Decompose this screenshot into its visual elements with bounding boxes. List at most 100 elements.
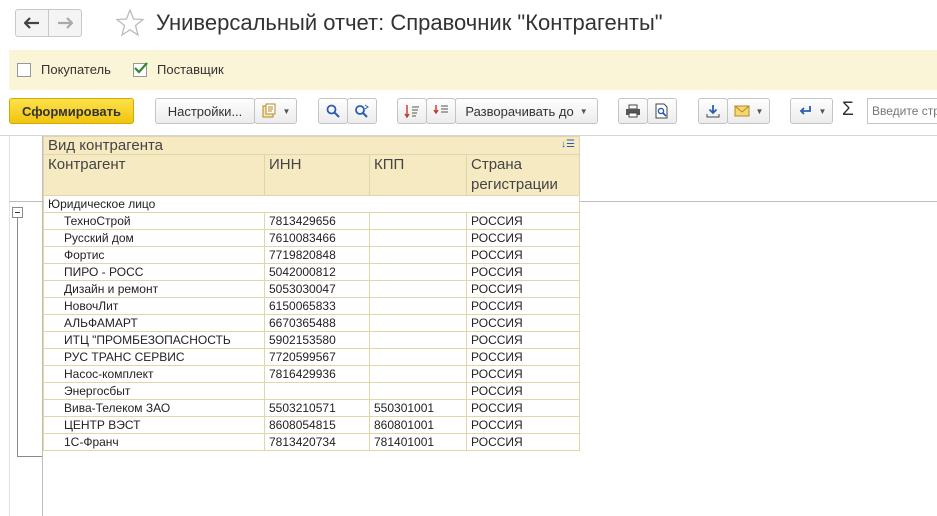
sort-icon[interactable]: ↓☰ [561,139,575,150]
cell-kpp[interactable] [369,229,467,247]
cell-kpp[interactable]: 860801001 [369,416,467,434]
table-row[interactable]: АЛЬФАМАРТ 6670365488 РОССИЯ [43,314,580,332]
table-row[interactable]: 1С-Франч 7813420734 781401001 РОССИЯ [43,433,580,451]
column-header-kpp[interactable]: КПП [369,154,467,196]
expand-to-dropdown[interactable]: Разворачивать до ▼ [455,98,598,124]
cell-country[interactable]: РОССИЯ [466,263,580,281]
search-input[interactable] [867,98,937,124]
cell-contragent[interactable]: Вива-Телеком ЗАО [43,399,265,417]
supplier-checkbox-label[interactable]: Поставщик [157,62,224,77]
back-button[interactable] [15,9,49,37]
cell-inn[interactable]: 8608054815 [264,416,370,434]
cell-kpp[interactable] [369,348,467,366]
table-row[interactable]: Русский дом 7610083466 РОССИЯ [43,229,580,247]
print-button[interactable] [618,98,648,124]
cell-contragent[interactable]: Насос-комплект [43,365,265,383]
cell-contragent[interactable]: Фортис [43,246,265,264]
settings-button[interactable]: Настройки... [155,98,255,124]
sum-icon[interactable]: Σ [842,99,854,121]
cell-kpp[interactable] [369,314,467,332]
cell-contragent[interactable]: Энергосбыт [43,382,265,400]
cell-country[interactable]: РОССИЯ [466,348,580,366]
cell-kpp[interactable] [369,263,467,281]
table-row[interactable]: Энергосбыт РОССИЯ [43,382,580,400]
cell-contragent[interactable]: Русский дом [43,229,265,247]
cell-inn[interactable] [264,382,370,400]
cell-country[interactable]: РОССИЯ [466,297,580,315]
cell-country[interactable]: РОССИЯ [466,433,580,451]
cell-inn[interactable]: 5503210571 [264,399,370,417]
column-header-contragent[interactable]: Контрагент [43,154,265,196]
table-row[interactable]: Дизайн и ремонт 5053030047 РОССИЯ [43,280,580,298]
cell-kpp[interactable] [369,382,467,400]
cell-country[interactable]: РОССИЯ [466,280,580,298]
cell-contragent[interactable]: ЦЕНТР ВЭСТ [43,416,265,434]
collapse-group-icon[interactable] [12,207,23,218]
cell-inn[interactable]: 7816429936 [264,365,370,383]
cell-inn[interactable]: 7719820848 [264,246,370,264]
variant-menu-button[interactable]: ▼ [254,98,297,124]
table-row[interactable]: Насос-комплект 7816429936 РОССИЯ [43,365,580,383]
table-row[interactable]: ИТЦ "ПРОМБЕЗОПАСНОСТЬ 5902153580 РОССИЯ [43,331,580,349]
table-row[interactable]: ТехноСтрой 7813429656 РОССИЯ [43,212,580,230]
table-row[interactable]: Вива-Телеком ЗАО 5503210571 550301001 РОССИ… [43,399,580,417]
cell-inn[interactable]: 6150065833 [264,297,370,315]
cell-country[interactable]: РОССИЯ [466,246,580,264]
sort-button[interactable] [397,98,427,124]
favorite-star-icon[interactable] [115,8,145,41]
cell-country[interactable]: РОССИЯ [466,331,580,349]
cell-contragent[interactable]: НовочЛит [43,297,265,315]
cell-country[interactable]: РОССИЯ [466,212,580,230]
cell-contragent[interactable]: ИТЦ "ПРОМБЕЗОПАСНОСТЬ [43,331,265,349]
cell-kpp[interactable] [369,297,467,315]
cell-inn[interactable]: 5053030047 [264,280,370,298]
cell-kpp[interactable] [369,212,467,230]
cell-inn[interactable]: 7813429656 [264,212,370,230]
cell-contragent[interactable]: РУС ТРАНС СЕРВИС [43,348,265,366]
sort-lines-icon [404,105,419,118]
cell-inn[interactable]: 5042000812 [264,263,370,281]
cell-country[interactable]: РОССИЯ [466,416,580,434]
group-name-cell[interactable]: Юридическое лицо [43,195,580,213]
cell-kpp[interactable] [369,246,467,264]
cell-country[interactable]: РОССИЯ [466,314,580,332]
supplier-checkbox[interactable] [133,62,148,77]
cell-contragent[interactable]: АЛЬФАМАРТ [43,314,265,332]
buyer-checkbox-label[interactable]: Покупатель [41,62,111,77]
cell-inn[interactable]: 5902153580 [264,331,370,349]
cell-country[interactable]: РОССИЯ [466,365,580,383]
column-header-country[interactable]: Страна регистрации [466,154,580,196]
cell-kpp[interactable] [369,280,467,298]
cell-kpp[interactable]: 550301001 [369,399,467,417]
cell-country[interactable]: РОССИЯ [466,382,580,400]
cell-contragent[interactable]: Дизайн и ремонт [43,280,265,298]
print-preview-button[interactable] [647,98,677,124]
save-button[interactable] [698,98,728,124]
generate-button[interactable]: Сформировать [9,98,134,124]
send-email-button[interactable]: ▼ [727,98,770,124]
cell-kpp[interactable] [369,331,467,349]
cell-inn[interactable]: 7610083466 [264,229,370,247]
cell-inn[interactable]: 6670365488 [264,314,370,332]
forward-button[interactable] [48,9,82,37]
table-row[interactable]: ЦЕНТР ВЭСТ 8608054815 860801001 РОССИЯ [43,416,580,434]
cell-kpp[interactable]: 781401001 [369,433,467,451]
cell-kpp[interactable] [369,365,467,383]
group-button[interactable] [426,98,456,124]
cell-inn[interactable]: 7813420734 [264,433,370,451]
find-next-button[interactable] [347,98,377,124]
more-actions-button[interactable]: ▼ [790,98,833,124]
cell-inn[interactable]: 7720599567 [264,348,370,366]
find-button[interactable] [318,98,348,124]
cell-contragent[interactable]: ТехноСтрой [43,212,265,230]
cell-contragent[interactable]: 1С-Франч [43,433,265,451]
column-header-inn[interactable]: ИНН [264,154,370,196]
buyer-checkbox[interactable] [17,63,31,77]
cell-country[interactable]: РОССИЯ [466,399,580,417]
cell-country[interactable]: РОССИЯ [466,229,580,247]
table-row[interactable]: ПИРО - РОСС 5042000812 РОССИЯ [43,263,580,281]
cell-contragent[interactable]: ПИРО - РОСС [43,263,265,281]
table-row[interactable]: Фортис 7719820848 РОССИЯ [43,246,580,264]
table-row[interactable]: НовочЛит 6150065833 РОССИЯ [43,297,580,315]
table-row[interactable]: РУС ТРАНС СЕРВИС 7720599567 РОССИЯ [43,348,580,366]
